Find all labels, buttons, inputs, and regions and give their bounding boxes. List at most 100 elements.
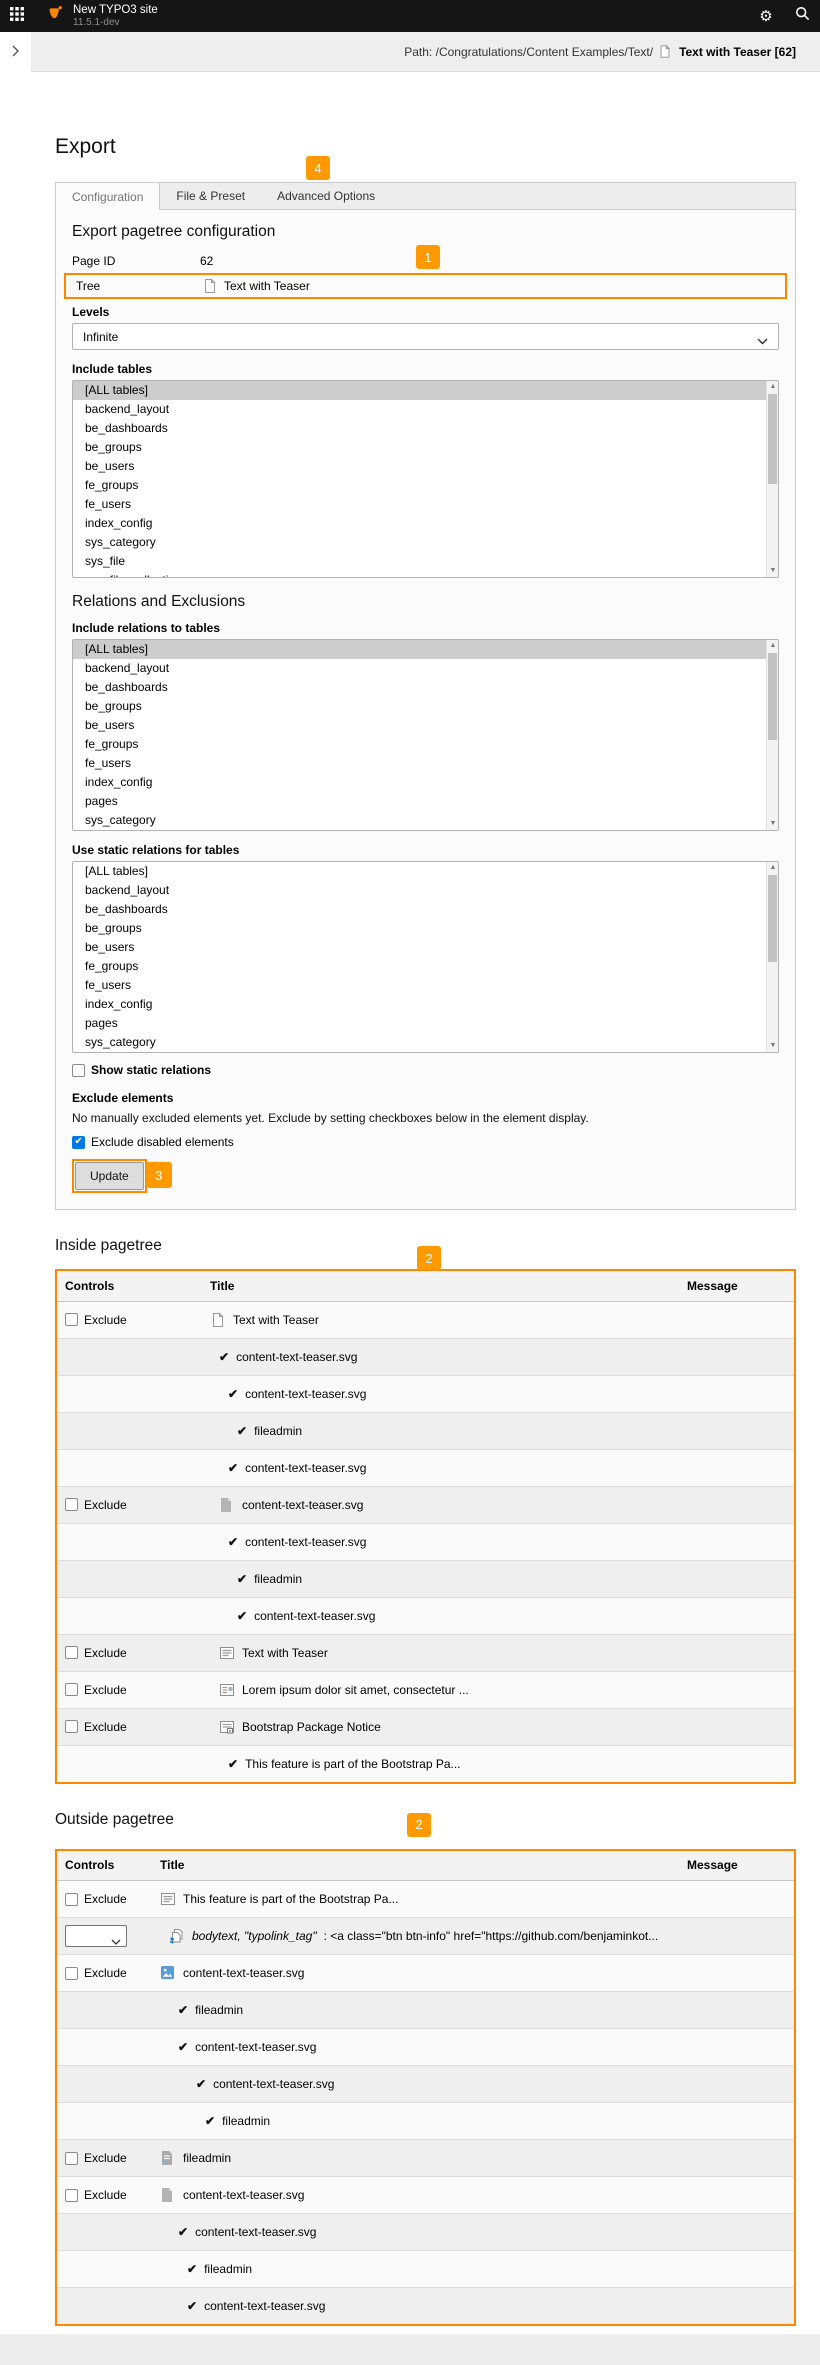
list-option[interactable]: pages	[73, 792, 778, 811]
exclude-checkbox[interactable]	[65, 1646, 78, 1659]
exclude-checkbox[interactable]	[65, 2189, 78, 2202]
scrollbar[interactable]: ▲▼	[766, 862, 778, 1052]
table-row: ExcludeThis feature is part of the Boots…	[57, 1881, 794, 1918]
exclude-checkbox[interactable]	[65, 1893, 78, 1906]
list-option[interactable]: index_config	[73, 995, 778, 1014]
row-title: : <a class="btn btn-info" href="https://…	[324, 1929, 659, 1943]
row-title: fileadmin	[222, 2114, 270, 2128]
row-title: content-text-teaser.svg	[236, 1350, 357, 1364]
show-static-checkbox[interactable]	[72, 1064, 85, 1077]
exclude-checkbox[interactable]	[65, 1683, 78, 1696]
list-option[interactable]: be_groups	[73, 438, 778, 457]
message-cell	[679, 2177, 794, 2214]
message-cell	[679, 1597, 794, 1634]
list-option[interactable]: backend_layout	[73, 881, 778, 900]
gear-icon: ⚙	[759, 7, 772, 25]
scroll-up-icon[interactable]: ▲	[769, 864, 777, 872]
include-relations-list[interactable]: [ALL tables]backend_layoutbe_dashboardsb…	[72, 639, 779, 831]
scrollbar-thumb[interactable]	[768, 653, 777, 740]
table-header-row: ControlsTitleMessage	[57, 1851, 794, 1881]
column-header: Title	[152, 1851, 679, 1881]
tab-file-preset[interactable]: File & Preset	[160, 183, 261, 209]
list-option[interactable]: sys_file	[73, 1052, 778, 1053]
exclude-checkbox[interactable]	[65, 1498, 78, 1511]
check-icon: ✔	[178, 2040, 188, 2054]
table-row: ✔fileadmin	[57, 2251, 794, 2288]
scroll-down-icon[interactable]: ▼	[769, 820, 777, 828]
levels-select[interactable]: Infinite	[72, 323, 779, 350]
settings-button[interactable]: ⚙	[748, 0, 784, 32]
scroll-up-icon[interactable]: ▲	[769, 383, 777, 391]
list-option[interactable]: be_users	[73, 716, 778, 735]
static-relations-list[interactable]: [ALL tables]backend_layoutbe_dashboardsb…	[72, 861, 779, 1053]
list-option[interactable]: be_dashboards	[73, 419, 778, 438]
list-option[interactable]: pages	[73, 1014, 778, 1033]
scrollbar-thumb[interactable]	[768, 394, 777, 484]
nav-expand-strip[interactable]	[0, 32, 31, 72]
list-option[interactable]: sys_file	[73, 552, 778, 571]
exclude-disabled-label: Exclude disabled elements	[91, 1135, 234, 1149]
list-option[interactable]: fe_users	[73, 754, 778, 773]
tab-advanced-options[interactable]: Advanced Options	[261, 183, 391, 209]
list-option[interactable]: fe_users	[73, 495, 778, 514]
page-title: Export	[55, 134, 796, 160]
page-icon	[658, 44, 674, 60]
list-option[interactable]: be_dashboards	[73, 900, 778, 919]
scroll-down-icon[interactable]: ▼	[769, 1042, 777, 1050]
list-option[interactable]: fe_users	[73, 976, 778, 995]
list-option[interactable]: backend_layout	[73, 659, 778, 678]
list-option[interactable]: be_groups	[73, 697, 778, 716]
scrollbar-thumb[interactable]	[768, 875, 777, 962]
tab-configuration[interactable]: Configuration	[55, 183, 160, 210]
scroll-down-icon[interactable]: ▼	[769, 567, 777, 575]
list-option[interactable]: index_config	[73, 514, 778, 533]
list-option[interactable]: [ALL tables]	[73, 381, 778, 400]
list-option[interactable]: sys_category	[73, 811, 778, 830]
list-option[interactable]: index_config	[73, 773, 778, 792]
row-title: Text with Teaser	[233, 1313, 319, 1327]
include-tables-list[interactable]: [ALL tables]backend_layoutbe_dashboardsb…	[72, 380, 779, 578]
scrollbar[interactable]: ▲▼	[766, 381, 778, 577]
row-action-select[interactable]	[65, 1925, 127, 1947]
annotation-badge-1: 1	[416, 245, 440, 269]
list-option[interactable]: [ALL tables]	[73, 640, 778, 659]
list-option[interactable]: [ALL tables]	[73, 862, 778, 881]
exclude-checkbox[interactable]	[65, 1720, 78, 1733]
scrollbar[interactable]: ▲▼	[766, 640, 778, 830]
list-option[interactable]: fe_groups	[73, 957, 778, 976]
message-cell	[679, 1486, 794, 1523]
list-option[interactable]: be_users	[73, 457, 778, 476]
exclude-checkbox[interactable]	[65, 2152, 78, 2165]
exclude-disabled-checkbox[interactable]	[72, 1136, 85, 1149]
update-button[interactable]: Update	[75, 1162, 144, 1190]
page-icon	[202, 278, 218, 294]
list-option[interactable]: backend_layout	[73, 400, 778, 419]
modules-menu-button[interactable]	[0, 0, 34, 32]
list-option[interactable]: be_dashboards	[73, 678, 778, 697]
exclude-label: Exclude	[84, 2188, 127, 2202]
exclude-label: Exclude	[84, 1966, 127, 1980]
list-option[interactable]: sys_file	[73, 830, 778, 831]
table-row: ExcludeText with Teaser	[57, 1301, 794, 1338]
search-button[interactable]	[784, 0, 820, 32]
exclude-checkbox[interactable]	[65, 1967, 78, 1980]
page-id-value: 62	[200, 254, 213, 268]
check-icon: ✔	[196, 2077, 206, 2091]
list-option[interactable]: sys_category	[73, 533, 778, 552]
list-option[interactable]: be_users	[73, 938, 778, 957]
list-option[interactable]: sys_category	[73, 1033, 778, 1052]
section-title: Export pagetree configuration	[72, 222, 779, 241]
list-option[interactable]: be_groups	[73, 919, 778, 938]
message-cell	[679, 1881, 794, 1918]
scroll-up-icon[interactable]: ▲	[769, 642, 777, 650]
list-option[interactable]: fe_groups	[73, 476, 778, 495]
exclude-label: Exclude	[84, 1646, 127, 1660]
site-brand[interactable]: New TYPO3 site 11.5.1-dev	[34, 4, 158, 28]
message-cell	[679, 2140, 794, 2177]
table-row: ExcludeBootstrap Package Notice	[57, 1708, 794, 1745]
message-cell	[679, 1955, 794, 1992]
exclude-checkbox[interactable]	[65, 1313, 78, 1326]
list-option[interactable]: sys_file_collection	[73, 571, 778, 578]
list-option[interactable]: fe_groups	[73, 735, 778, 754]
table-row: ✔fileadmin	[57, 1412, 794, 1449]
